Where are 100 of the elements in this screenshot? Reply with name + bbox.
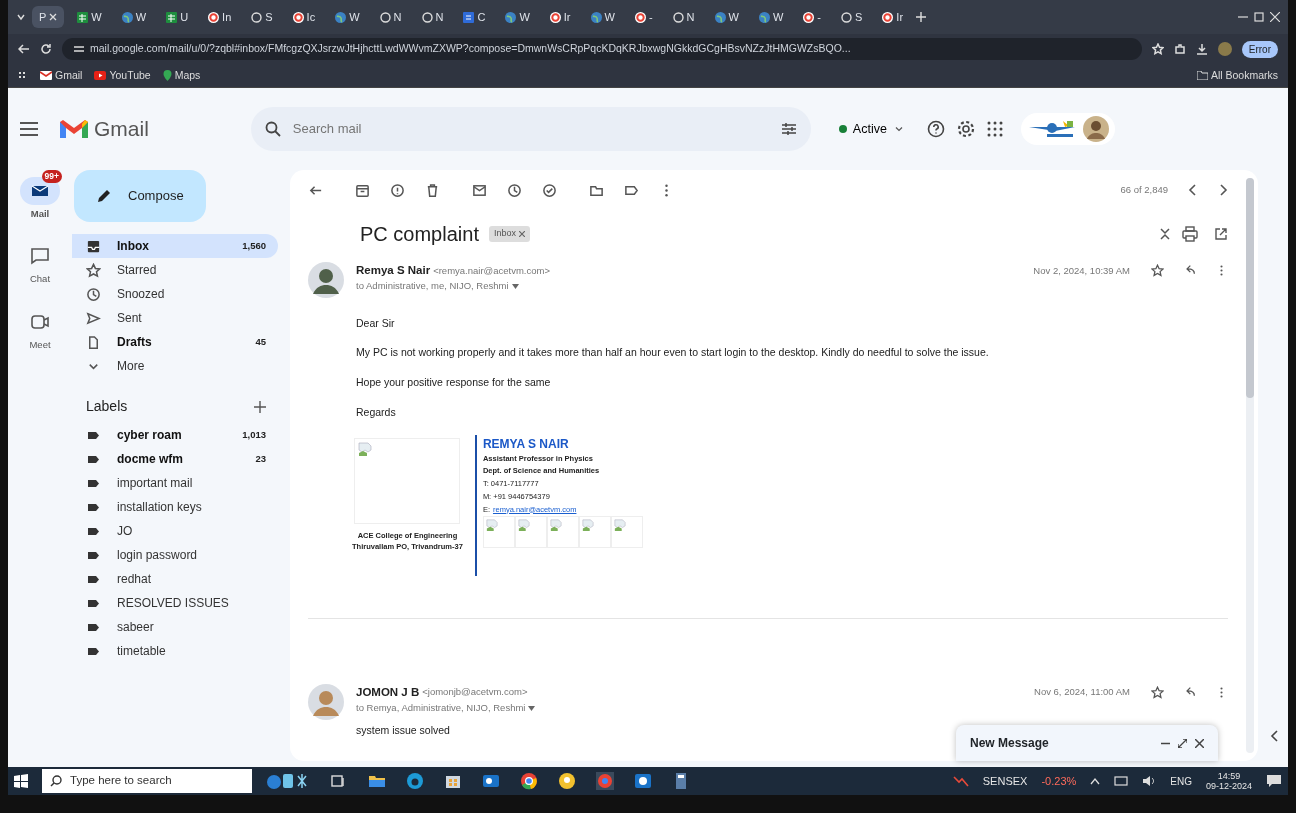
- label-item[interactable]: timetable: [72, 639, 278, 663]
- label-item[interactable]: installation keys: [72, 495, 278, 519]
- avatar-icon[interactable]: [1217, 42, 1232, 56]
- folder-item[interactable]: Snoozed: [72, 282, 278, 306]
- rail-item[interactable]: Chat: [20, 235, 60, 287]
- back-arrow-icon[interactable]: [18, 43, 30, 55]
- status-button[interactable]: Active: [838, 119, 905, 139]
- folder-item[interactable]: More: [72, 354, 278, 378]
- browser-tab[interactable]: N: [414, 5, 451, 29]
- label-item[interactable]: JO: [72, 519, 278, 543]
- star-icon[interactable]: [1151, 685, 1164, 699]
- folder-item[interactable]: Inbox 1,560: [72, 234, 278, 258]
- compose-bar[interactable]: New Message: [956, 725, 1218, 761]
- previous-icon[interactable]: [1188, 184, 1198, 196]
- folder-item[interactable]: Starred: [72, 258, 278, 282]
- browser-tab[interactable]: S: [834, 5, 870, 29]
- chrome-icon[interactable]: [520, 772, 538, 790]
- star-icon[interactable]: [1151, 264, 1164, 278]
- label-item[interactable]: sabeer: [72, 615, 278, 639]
- browser-tab[interactable]: W: [328, 5, 367, 29]
- browser-tab[interactable]: W: [114, 5, 154, 29]
- search-input[interactable]: Search mail: [290, 118, 771, 140]
- apps-grid-icon[interactable]: [18, 70, 28, 81]
- archive-icon[interactable]: [355, 182, 370, 198]
- envelope-icon[interactable]: [472, 182, 487, 198]
- language-indicator[interactable]: ENG: [1170, 773, 1192, 789]
- settings-icon[interactable]: [956, 120, 975, 138]
- extension-icon[interactable]: [1173, 43, 1186, 55]
- browser-tab[interactable]: Ir: [542, 5, 578, 29]
- browser-tab[interactable]: W: [583, 5, 622, 29]
- label-item[interactable]: important mail: [72, 471, 278, 495]
- add-icon[interactable]: [254, 400, 266, 413]
- browser-tab[interactable]: W: [498, 5, 537, 29]
- label-item[interactable]: login password: [72, 543, 278, 567]
- menu-icon[interactable]: [20, 122, 38, 136]
- search-bar[interactable]: Search mail: [250, 107, 811, 151]
- next-icon[interactable]: [1218, 184, 1228, 196]
- account-chip[interactable]: [1020, 113, 1115, 145]
- browser-tab[interactable]: Ir: [875, 5, 911, 29]
- browser-tab[interactable]: U: [159, 5, 196, 29]
- report-icon[interactable]: [390, 182, 405, 198]
- label-item[interactable]: docme wfm 23: [72, 447, 278, 471]
- all-bookmarks-link[interactable]: All Bookmarks: [1196, 67, 1278, 84]
- reload-icon[interactable]: [40, 43, 52, 55]
- broken-image-icon: [517, 519, 530, 532]
- taskbar-search-bar[interactable]: Type here to search: [42, 769, 252, 793]
- rail-item[interactable]: Meet: [20, 300, 60, 352]
- browser-tab[interactable]: C: [456, 5, 493, 29]
- close-icon[interactable]: [1195, 738, 1204, 748]
- clock-icon[interactable]: [507, 182, 522, 198]
- browser-tab[interactable]: W: [70, 5, 109, 29]
- profile-button[interactable]: Error: [1241, 40, 1278, 58]
- expand-icon[interactable]: [1178, 738, 1187, 748]
- browser-tab[interactable]: W: [751, 5, 791, 29]
- label-item[interactable]: cyber roam 1,013: [72, 423, 278, 447]
- bookmark-link[interactable]: YouTube: [94, 67, 151, 84]
- windows-start-icon[interactable]: [14, 774, 28, 788]
- filter-icon[interactable]: [780, 121, 797, 137]
- browser-tab[interactable]: P: [32, 5, 65, 29]
- trash-icon[interactable]: [425, 182, 440, 198]
- pagination-text: 66 of 2,849: [1120, 182, 1168, 197]
- globe-icon: [590, 11, 602, 23]
- dropdown-icon[interactable]: [511, 283, 519, 289]
- inbox-tag[interactable]: Inbox: [488, 226, 530, 242]
- browser-tab[interactable]: N: [372, 5, 409, 29]
- folder-item[interactable]: Sent: [72, 306, 278, 330]
- restore-icon[interactable]: [1254, 12, 1264, 22]
- chevron-up-icon[interactable]: [1090, 777, 1101, 785]
- browser-tab[interactable]: -: [627, 5, 660, 29]
- add-task-icon[interactable]: [542, 182, 557, 198]
- new-tab-icon[interactable]: [916, 12, 927, 22]
- compose-button[interactable]: Compose: [74, 170, 206, 222]
- close-icon[interactable]: [518, 231, 525, 237]
- google-icon: [292, 11, 304, 23]
- bookmark-link[interactable]: Gmail: [40, 67, 83, 84]
- browser-tab[interactable]: -: [796, 5, 828, 29]
- print-icon[interactable]: [1182, 226, 1198, 242]
- collapse-all-icon[interactable]: [1158, 227, 1172, 241]
- browser-tab[interactable]: In: [201, 5, 239, 29]
- apps-grid-icon[interactable]: [986, 121, 1003, 137]
- help-icon[interactable]: [926, 120, 945, 138]
- browser-tab[interactable]: N: [665, 5, 702, 29]
- notifications-icon[interactable]: [1266, 774, 1282, 788]
- chevron-left-icon[interactable]: [1270, 729, 1280, 743]
- bookmark-link[interactable]: Maps: [162, 67, 201, 84]
- scrollbar[interactable]: [1246, 178, 1254, 753]
- folder-item[interactable]: Drafts 45: [72, 330, 278, 354]
- browser-icon[interactable]: [406, 772, 424, 790]
- dropdown-icon[interactable]: [528, 705, 536, 711]
- label-item[interactable]: RESOLVED ISSUES: [72, 591, 278, 615]
- address-bar[interactable]: mail.google.com/mail/u/0/?zqbl#inbox/FMfcgzQXJsrzwJtHjhcttLwdWWvmZXWP?compose=DmwnWsCRpPqcKDqKRJbxwgNGkkdGCgHBsvNZzJtHMGWZsBQO...: [62, 38, 1142, 60]
- search-icon[interactable]: [264, 121, 281, 137]
- browser-tab[interactable]: Ic: [285, 5, 323, 29]
- tab-list-icon[interactable]: [16, 12, 26, 22]
- label-item[interactable]: redhat: [72, 567, 278, 591]
- browser-tab[interactable]: W: [707, 5, 746, 29]
- taskbar-search-input[interactable]: Type here to search: [68, 771, 238, 791]
- download-icon[interactable]: [1195, 43, 1208, 55]
- open-in-new-window-icon[interactable]: [1214, 227, 1228, 241]
- browser-tab[interactable]: S: [244, 5, 280, 29]
